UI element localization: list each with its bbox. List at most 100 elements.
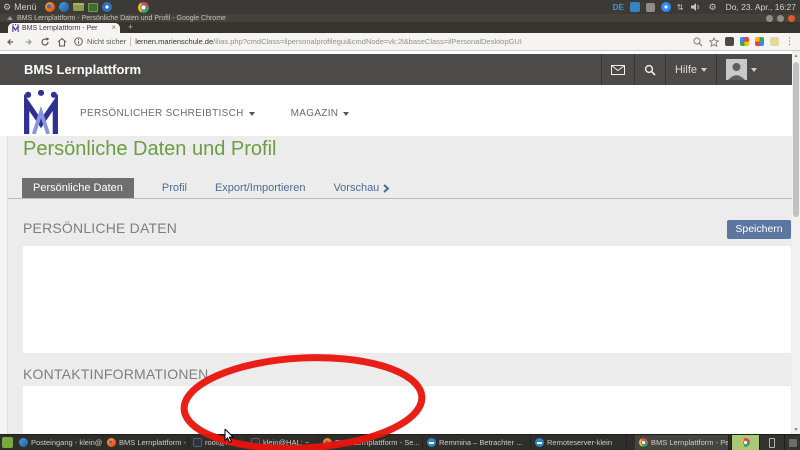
- phone-icon: [769, 438, 775, 448]
- main-navigation: PERSÖNLICHER SCHREIBTISCH MAGAZIN: [80, 108, 349, 119]
- system-settings-icon[interactable]: ⚙: [3, 2, 11, 13]
- firefox-icon: [323, 438, 332, 447]
- contact-panel: [23, 386, 791, 434]
- search-icon: [644, 64, 656, 76]
- chrome-icon: [639, 438, 648, 447]
- window-list-icon: [7, 16, 13, 20]
- home-button[interactable]: [57, 37, 67, 47]
- system-clock[interactable]: Do, 23. Apr., 16:27: [726, 2, 796, 12]
- clock-launcher-icon[interactable]: [102, 2, 112, 12]
- chevron-down-icon: [701, 68, 707, 72]
- workspace-3[interactable]: [784, 435, 800, 450]
- remmina-icon: [535, 438, 544, 447]
- volume-icon[interactable]: [690, 2, 700, 12]
- browser-toolbar: Nicht sicher lernen.marienschule.de/ilia…: [0, 33, 800, 51]
- tab-bar-rule: [8, 198, 792, 199]
- bookmark-star-icon[interactable]: [709, 37, 719, 47]
- maximize-button[interactable]: [777, 15, 784, 22]
- chevron-right-icon: [383, 184, 389, 193]
- system-menu-bar: ⚙ Menü DE ⇅ ⚙ Do, 23. Apr., 16:27: [0, 0, 800, 14]
- keyboard-layout-indicator[interactable]: DE: [613, 3, 624, 12]
- page-scrollbar[interactable]: ▲ ▼: [792, 52, 800, 434]
- scroll-up-icon[interactable]: ▲: [792, 52, 800, 60]
- files-launcher-icon[interactable]: [73, 3, 84, 11]
- chrome-menu-icon[interactable]: ⋮: [785, 36, 794, 47]
- firefox-launcher-icon[interactable]: [45, 2, 55, 12]
- taskbar-item-lernplattform-ue[interactable]: BMS Lernplattform - Ü...: [103, 435, 189, 450]
- site-brand[interactable]: BMS Lernplattform: [24, 62, 141, 77]
- mail-button[interactable]: [601, 54, 634, 85]
- security-label[interactable]: Nicht sicher: [87, 37, 126, 46]
- taskbar: Posteingang - klein@m... BMS Lernplattfo…: [0, 434, 800, 450]
- close-window-button[interactable]: [788, 15, 795, 22]
- personal-data-panel: [23, 246, 791, 353]
- taskbar-item-lernplattform-pe[interactable]: BMS Lernplattform - Pe...: [635, 435, 729, 450]
- browser-tab[interactable]: BMS Lernplattform - Per ×: [8, 23, 120, 33]
- show-desktop-button[interactable]: [2, 437, 13, 448]
- zoom-icon[interactable]: [693, 37, 703, 47]
- new-tab-button[interactable]: +: [128, 22, 133, 33]
- taskbar-item-remoteserver[interactable]: Remoteserver-klein: [531, 435, 627, 450]
- scrollbar-thumb[interactable]: [793, 62, 799, 217]
- browser-tab-strip: BMS Lernplattform - Per × +: [0, 22, 800, 33]
- tab-profil[interactable]: Profil: [162, 182, 187, 194]
- school-logo[interactable]: [22, 90, 60, 134]
- user-menu[interactable]: [716, 54, 766, 85]
- chevron-down-icon: [751, 68, 757, 72]
- terminal-launcher-icon[interactable]: [88, 3, 98, 12]
- extension-icon-3[interactable]: [755, 37, 764, 46]
- firefox-icon: [107, 438, 116, 447]
- forward-button[interactable]: [23, 37, 33, 47]
- terminal-icon: [193, 438, 202, 447]
- desktop-screen: ⚙ Menü DE ⇅ ⚙ Do, 23. Apr., 16:27 BMS Le…: [0, 0, 800, 450]
- help-menu[interactable]: Hilfe: [665, 54, 716, 85]
- info-icon[interactable]: [74, 37, 83, 46]
- taskbar-item-klein-terminal[interactable]: klein@HAL: ~: [247, 435, 319, 450]
- remote-tray-icon[interactable]: [661, 2, 671, 12]
- thunderbird-launcher-icon[interactable]: [59, 2, 69, 12]
- extension-icon-2[interactable]: [740, 37, 749, 46]
- workspace-switcher: [731, 435, 800, 450]
- extension-icon-1[interactable]: [725, 37, 734, 46]
- save-button[interactable]: Speichern: [727, 220, 791, 239]
- tray-app-icon[interactable]: [630, 2, 640, 12]
- nav-magazin[interactable]: MAGAZIN: [291, 108, 350, 119]
- page-left-margin: [0, 136, 8, 434]
- taskbar-item-posteingang[interactable]: Posteingang - klein@m...: [15, 435, 103, 450]
- grid-icon: [789, 439, 797, 447]
- section-title-personal: PERSÖNLICHE DATEN: [23, 220, 177, 236]
- taskbar-item-lernplattform-se[interactable]: BMS Lernplattform - Se...: [319, 435, 423, 450]
- workspace-1-active[interactable]: [731, 435, 759, 450]
- search-button[interactable]: [634, 54, 665, 85]
- tab-vorschau[interactable]: Vorschau: [333, 182, 389, 194]
- chrome-launcher-icon[interactable]: [138, 2, 149, 13]
- url-path: /ilias.php?cmdClass=ilpersonalprofilegui…: [213, 37, 522, 46]
- tab-export-importieren[interactable]: Export/Importieren: [215, 182, 305, 194]
- tab-close-icon[interactable]: ×: [111, 24, 116, 32]
- extension-icon-4[interactable]: [770, 37, 779, 46]
- window-titlebar: BMS Lernplattform - Persönliche Daten un…: [0, 14, 800, 22]
- address-bar[interactable]: Nicht sicher lernen.marienschule.de/ilia…: [74, 37, 686, 46]
- thunderbird-icon: [19, 438, 28, 447]
- url-domain: lernen.marienschule.de: [135, 37, 213, 46]
- tray-indicator-icon[interactable]: [646, 3, 655, 12]
- minimize-button[interactable]: [766, 15, 773, 22]
- page-title: Persönliche Daten und Profil: [23, 138, 276, 161]
- reload-button[interactable]: [40, 37, 50, 47]
- network-icon[interactable]: ⇅: [677, 3, 684, 12]
- url-text: lernen.marienschule.de/ilias.php?cmdClas…: [135, 37, 522, 46]
- avatar: [726, 59, 747, 80]
- tab-persoenliche-daten[interactable]: Persönliche Daten: [22, 178, 134, 198]
- window-title: BMS Lernplattform - Persönliche Daten un…: [17, 15, 226, 22]
- workspace-2[interactable]: [759, 435, 784, 450]
- tab-title: BMS Lernplattform - Per: [22, 25, 108, 32]
- taskbar-item-remmina[interactable]: Remmina – Betrachter ...: [423, 435, 531, 450]
- back-button[interactable]: [6, 37, 16, 47]
- taskbar-item-root-terminal[interactable]: root@HA...: [189, 435, 247, 450]
- system-menu-button[interactable]: Menü: [14, 2, 37, 12]
- site-favicon: [12, 24, 19, 32]
- session-gear-icon[interactable]: ⚙: [709, 2, 717, 13]
- scroll-down-icon[interactable]: ▼: [792, 426, 800, 434]
- nav-personal-desktop[interactable]: PERSÖNLICHER SCHREIBTISCH: [80, 108, 255, 119]
- chevron-down-icon: [249, 112, 255, 116]
